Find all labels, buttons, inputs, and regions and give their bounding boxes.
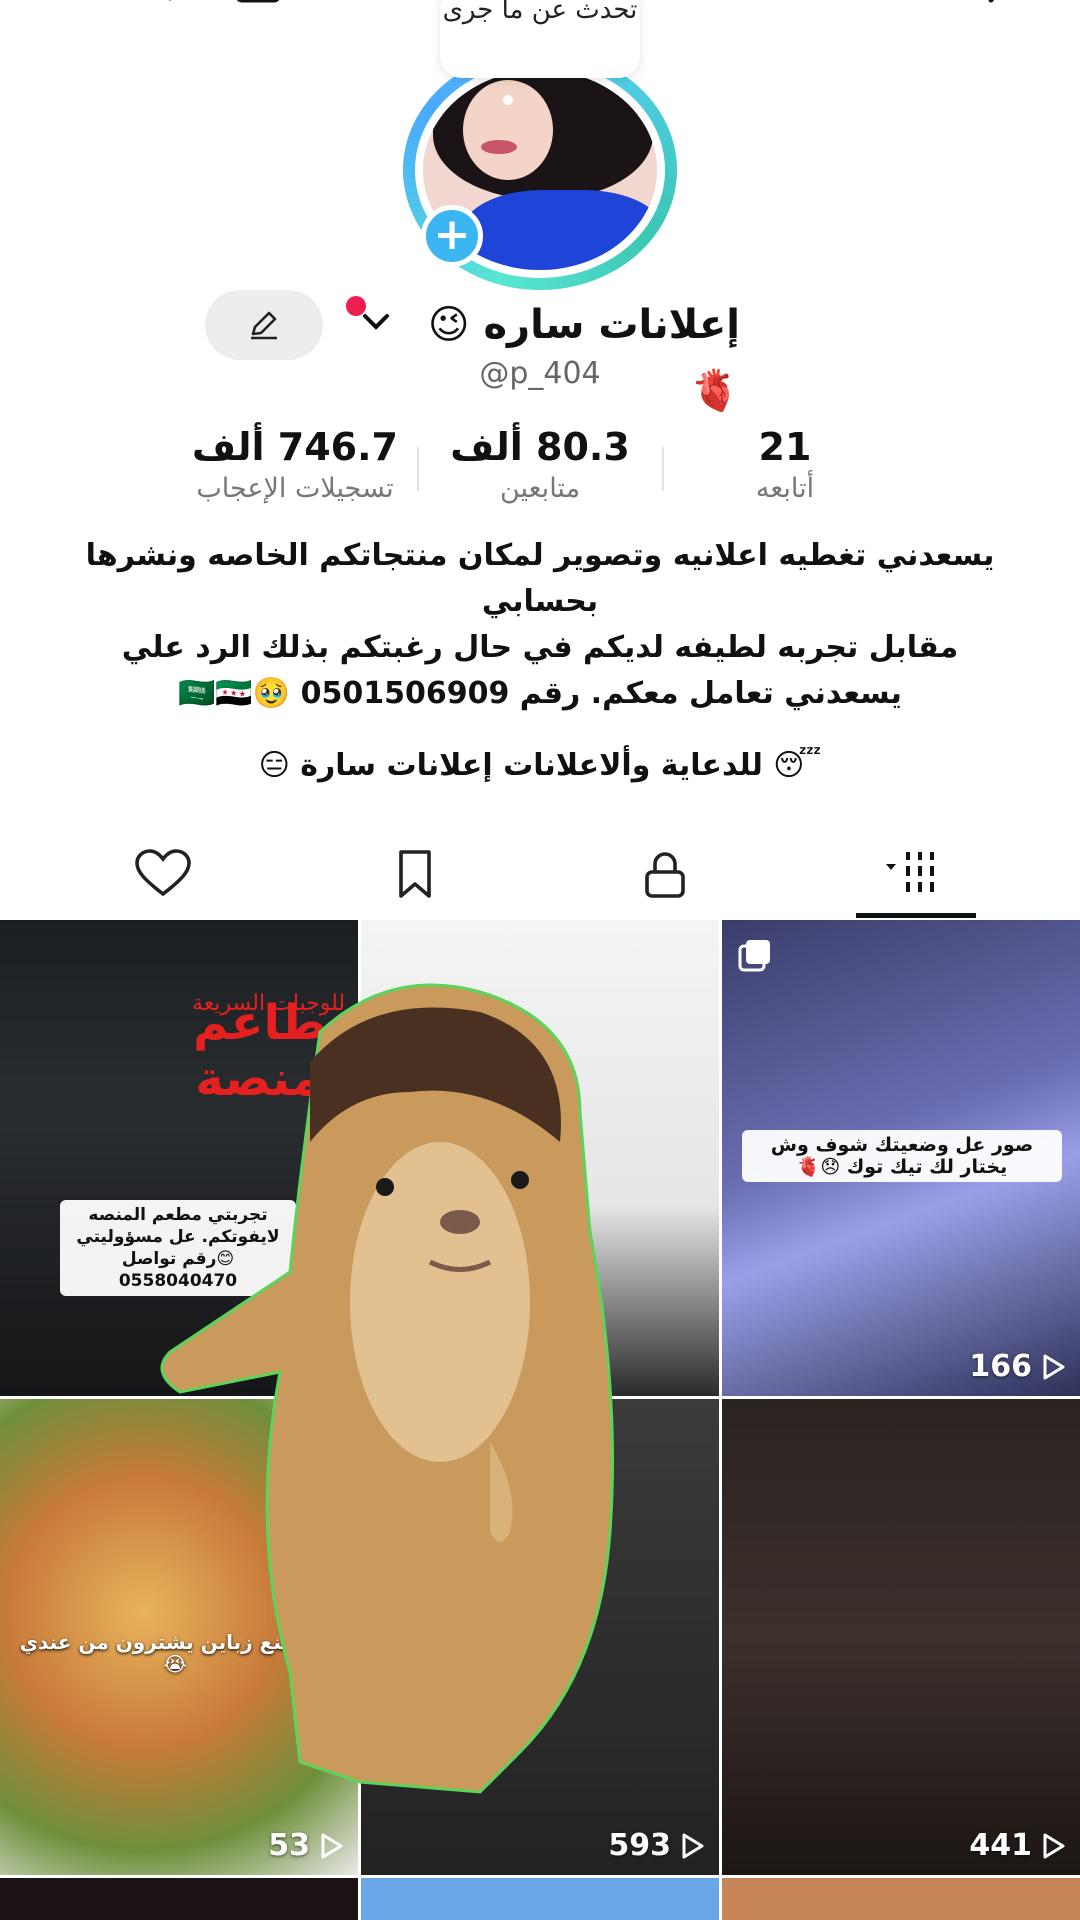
view-count: 593	[608, 1828, 705, 1863]
bio-line: مقابل تجربه لطيفه لديكم في حال رغبتكم بذ…	[121, 630, 959, 711]
bio: يسعدني تغطيه اعلانيه وتصوير لمكان منتجات…	[70, 533, 1010, 717]
likes-stat: 746.7 ألف تسجيلات الإعجاب	[170, 425, 420, 504]
lock-icon	[645, 852, 685, 898]
followers-stat[interactable]: 80.3 ألف متابعين	[440, 425, 640, 504]
multi-photo-icon	[738, 940, 770, 972]
view-count: 166	[969, 1349, 1066, 1384]
heart-icon	[135, 849, 191, 897]
play-icon	[682, 1833, 704, 1858]
tab-private[interactable]	[605, 838, 725, 920]
video-caption: أنا أقنع زباين يشترون من عندي 😭	[19, 1630, 331, 1676]
add-friend-icon[interactable]	[985, 0, 1041, 24]
video-caption: تجربتي مطعم المنصه لايفوتكم. عل مسؤوليتي…	[60, 1200, 296, 1296]
bio-line: يسعدني تغطيه اعلانيه وتصوير لمكان منتجات…	[85, 538, 995, 619]
display-name: إعلانات ساره 😉🫀	[427, 302, 740, 414]
share-icon[interactable]	[130, 0, 186, 24]
profile-stats: 746.7 ألف تسجيلات الإعجاب 80.3 ألف متابع…	[0, 425, 1080, 520]
likes-label: تسجيلات الإعجاب	[196, 473, 394, 504]
video-thumbnail[interactable]: 593	[361, 1399, 719, 1875]
video-thumbnail[interactable]	[361, 1878, 719, 1920]
view-count: 53	[268, 1828, 344, 1863]
tab-liked[interactable]	[103, 838, 223, 920]
video-thumbnail[interactable]	[361, 920, 719, 1396]
following-count: 21	[758, 425, 812, 469]
followers-count: 80.3 ألف	[450, 425, 630, 469]
tab-videos[interactable]	[856, 838, 976, 920]
edit-profile-button[interactable]	[205, 290, 323, 360]
view-count: 441	[969, 1828, 1066, 1863]
video-caption: صور عل وضعيتك شوف وش يختار لك تيك توك 😞🫀	[742, 1130, 1062, 1182]
video-thumbnail[interactable]: مطاعم المنصة للوجبات السريعة تجربتي مطعم…	[0, 920, 358, 1396]
profile-avatar[interactable]: +	[403, 50, 677, 290]
tab-saved[interactable]	[355, 838, 475, 920]
play-icon	[321, 1833, 343, 1858]
pencil-icon	[251, 311, 277, 340]
chevron-down-icon[interactable]	[362, 312, 390, 332]
video-thumbnail[interactable]	[722, 1878, 1080, 1920]
following-label: أتابعه	[755, 473, 815, 504]
play-icon	[1043, 1833, 1065, 1858]
username: @p_404	[479, 356, 601, 391]
menu-icon[interactable]	[36, 0, 92, 24]
status-bubble[interactable]: تحدث عن ما جرى	[440, 0, 640, 78]
video-thumbnail[interactable]: 441	[722, 1399, 1080, 1875]
play-icon	[1043, 1354, 1065, 1379]
following-stat[interactable]: 21 أتابعه	[700, 425, 870, 504]
video-thumbnail[interactable]	[0, 1878, 358, 1920]
bookmark-icon	[399, 850, 431, 898]
promo-link[interactable]: 😴 للدعاية وألاعلانات إعلانات سارة 😑	[150, 748, 930, 783]
profile-tabs	[0, 838, 1080, 920]
calendar-icon[interactable]	[232, 0, 288, 24]
video-grid: مطاعم المنصة للوجبات السريعة تجربتي مطعم…	[0, 920, 1080, 1920]
view-count: 555	[281, 1349, 344, 1384]
restaurant-sign-subtitle: للوجبات السريعة	[192, 991, 346, 1016]
add-story-icon[interactable]: +	[421, 205, 483, 267]
grid-icon	[886, 852, 934, 892]
video-thumbnail[interactable]: صور عل وضعيتك شوف وش يختار لك تيك توك 😞🫀…	[722, 920, 1080, 1396]
followers-label: متابعين	[499, 473, 581, 504]
active-tab-indicator	[856, 913, 976, 918]
video-thumbnail[interactable]: أنا أقنع زباين يشترون من عندي 😭 53	[0, 1399, 358, 1875]
likes-count: 746.7 ألف	[192, 425, 398, 469]
